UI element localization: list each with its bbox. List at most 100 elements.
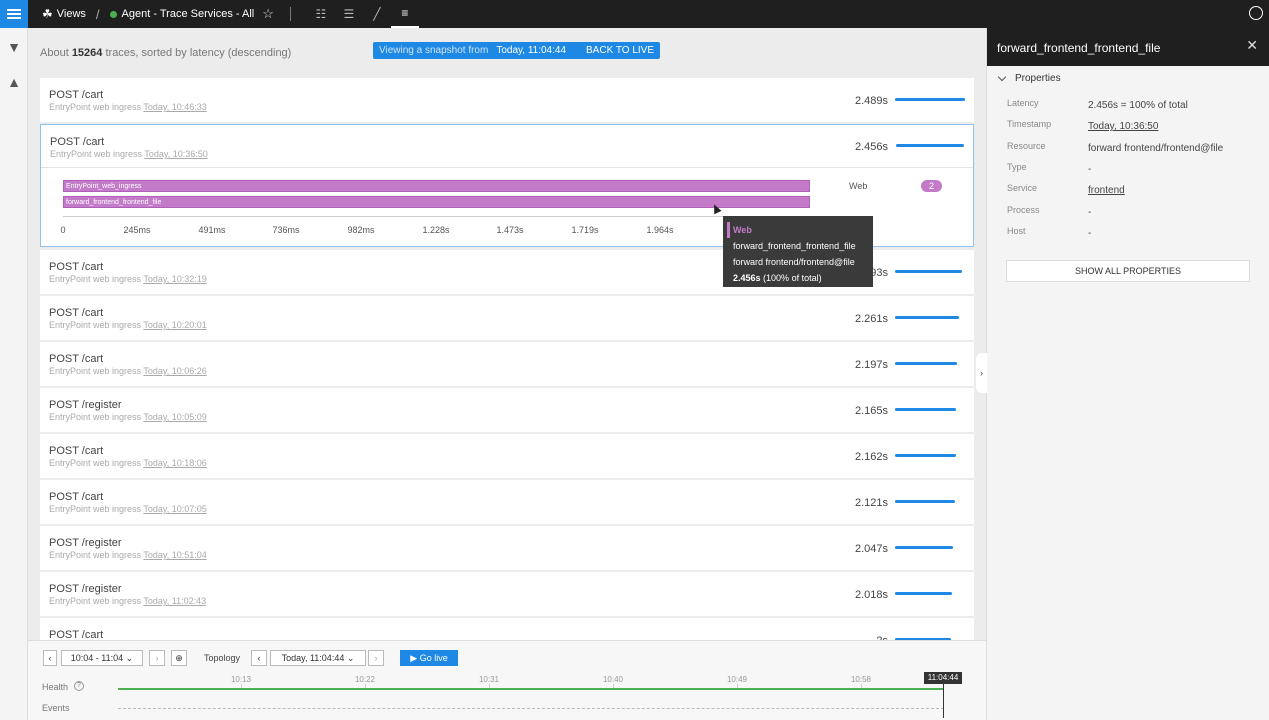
- now-marker[interactable]: 11:04:44: [924, 672, 962, 684]
- trace-source: EntryPoint web ingress Today, 10:32:19: [49, 274, 207, 284]
- trace-time-link[interactable]: Today, 10:05:09: [143, 412, 206, 422]
- trace-title[interactable]: POST /register: [49, 399, 122, 411]
- bell-icon[interactable]: ▲: [6, 74, 22, 90]
- trace-title[interactable]: POST /cart: [49, 445, 103, 457]
- star-icon[interactable]: ☆: [262, 6, 274, 22]
- latency-bar: [895, 592, 952, 595]
- topology-time-value: Today, 11:04:44: [281, 653, 345, 663]
- tooltip-share: (100% of total): [763, 273, 822, 283]
- views-icon[interactable]: ☘: [42, 7, 53, 21]
- trace-latency: 2.018s: [854, 589, 888, 601]
- trace-title[interactable]: POST /cart: [49, 491, 103, 503]
- time-range-select[interactable]: 10:04 - 11:04 ⌄: [61, 650, 143, 666]
- trace-row[interactable]: POST /cartEntryPoint web ingress 2s: [40, 618, 974, 640]
- trace-title[interactable]: POST /cart: [49, 261, 103, 273]
- property-value: forward frontend/frontend@file: [1088, 142, 1224, 154]
- prev-topology-button[interactable]: ‹: [251, 650, 267, 666]
- back-to-live-button[interactable]: BACK TO LIVE: [586, 45, 654, 56]
- prev-range-button[interactable]: ‹: [43, 650, 57, 666]
- trace-latency: 2.261s: [854, 313, 888, 325]
- timeline-bar: ‹ 10:04 - 11:04 ⌄ › ⊕ Topology ‹ Today, …: [28, 640, 986, 720]
- trace-title[interactable]: POST /cart: [49, 307, 103, 319]
- span-tooltip: Web forward_frontend_frontend_file forwa…: [723, 216, 873, 287]
- axis-tick-label: 1.228s: [422, 225, 450, 235]
- show-all-properties-button[interactable]: SHOW ALL PROPERTIES: [1006, 260, 1250, 282]
- traces-view-icon[interactable]: ≡: [390, 0, 419, 28]
- property-value: -: [1088, 227, 1092, 239]
- property-key: Host: [1007, 225, 1026, 236]
- trace-row[interactable]: POST /cart EntryPoint web ingress Today, …: [40, 78, 974, 122]
- timeline-tick-label: 10:31: [478, 675, 500, 684]
- filter-icon[interactable]: ▼: [6, 39, 22, 55]
- trace-count: 15264: [71, 47, 103, 59]
- metrics-view-icon[interactable]: ╱: [363, 0, 391, 28]
- go-live-button[interactable]: ▶ Go live: [400, 650, 458, 666]
- trace-row[interactable]: POST /cart EntryPoint web ingress Today, …: [40, 296, 974, 340]
- time-axis: [63, 216, 810, 217]
- trace-source-label: EntryPoint web ingress: [50, 149, 143, 159]
- trace-row[interactable]: POST /register EntryPoint web ingress Tod…: [40, 572, 974, 616]
- panel-toggle-button[interactable]: ›: [976, 353, 987, 393]
- health-line: [118, 688, 944, 690]
- hamburger-menu-button[interactable]: [0, 0, 28, 28]
- trace-title[interactable]: POST /register: [49, 583, 122, 595]
- tooltip-resource: forward frontend/frontend@file: [733, 257, 855, 267]
- trace-time-link[interactable]: Today, 10:32:19: [143, 274, 206, 284]
- trace-time-link[interactable]: Today, 10:46:33: [143, 102, 206, 112]
- trace-title[interactable]: POST /register: [49, 537, 122, 549]
- summary-suffix: traces, sorted by latency (descending): [105, 47, 292, 59]
- span-bar-entrypoint[interactable]: EntryPoint_web_ingress: [63, 180, 810, 192]
- trace-source: EntryPoint web ingress Today, 10:51:04: [49, 550, 207, 560]
- trace-time-link[interactable]: Today, 11:02:43: [143, 596, 206, 606]
- trace-title[interactable]: POST /cart: [49, 89, 103, 101]
- trace-source-label: EntryPoint web ingress: [49, 596, 142, 606]
- topology-view-icon[interactable]: ☷: [307, 0, 335, 28]
- property-key: Resource: [1007, 140, 1046, 151]
- topology-label: Topology: [204, 653, 241, 663]
- trace-row[interactable]: POST /register EntryPoint web ingress Tod…: [40, 388, 974, 432]
- trace-title[interactable]: POST /cart: [50, 136, 104, 148]
- trace-time-link[interactable]: Today, 10:07:05: [143, 504, 206, 514]
- trace-source-label: EntryPoint web ingress: [49, 102, 142, 112]
- section-title: Properties: [1015, 73, 1061, 84]
- zoom-icon[interactable]: ⊕: [171, 650, 187, 666]
- latency-bar: [895, 546, 953, 549]
- span-bar-forward-frontend[interactable]: forward_frontend_frontend_file: [63, 196, 810, 208]
- views-link[interactable]: Views: [57, 8, 86, 20]
- property-value[interactable]: Today, 10:36:50: [1088, 121, 1158, 132]
- topology-time-select[interactable]: Today, 11:04:44 ⌄: [270, 650, 366, 666]
- close-icon[interactable]: ✕: [1246, 37, 1258, 54]
- trace-row[interactable]: POST /cart EntryPoint web ingress Today, …: [40, 434, 974, 478]
- properties-section-toggle[interactable]: Properties: [997, 72, 1061, 84]
- property-value[interactable]: frontend: [1088, 185, 1125, 196]
- latency-bar: [895, 408, 956, 411]
- timeline-tick-label: 10:40: [602, 675, 624, 684]
- trace-time-link[interactable]: Today, 10:20:01: [143, 320, 206, 330]
- view-name[interactable]: Agent - Trace Services - All: [122, 8, 255, 20]
- help-icon[interactable]: ?: [74, 681, 84, 691]
- trace-latency: 2.121s: [854, 497, 888, 509]
- user-icon[interactable]: [1249, 6, 1263, 20]
- events-view-icon[interactable]: ☰: [335, 0, 363, 28]
- trace-time-link[interactable]: Today, 10:06:26: [143, 366, 206, 376]
- menu-icon: [7, 13, 21, 15]
- toolbar-divider: [289, 7, 291, 21]
- trace-latency: 2.489s: [854, 95, 888, 107]
- trace-title[interactable]: POST /cart: [49, 353, 103, 365]
- next-range-button[interactable]: ›: [149, 650, 165, 666]
- latency-bar: [895, 316, 959, 319]
- trace-row[interactable]: POST /cart EntryPoint web ingress Today, …: [40, 342, 974, 386]
- trace-source-label: EntryPoint web ingress: [49, 504, 142, 514]
- next-topology-button[interactable]: ›: [368, 650, 384, 666]
- trace-title[interactable]: POST /cart: [49, 629, 103, 640]
- trace-time-link[interactable]: Today, 10:18:06: [143, 458, 206, 468]
- layer-label: Web: [849, 181, 868, 191]
- trace-row[interactable]: POST /cart EntryPoint web ingress Today, …: [40, 480, 974, 524]
- trace-row[interactable]: POST /register EntryPoint web ingress Tod…: [40, 526, 974, 570]
- latency-bar: [895, 454, 956, 457]
- trace-time-link[interactable]: Today, 10:36:50: [144, 149, 207, 159]
- trace-time-link[interactable]: Today, 10:51:04: [143, 550, 206, 560]
- breadcrumb-separator: /: [95, 6, 100, 22]
- axis-tick-label: 491ms: [198, 225, 226, 235]
- panel-header: forward_frontend_frontend_file ✕: [987, 28, 1269, 66]
